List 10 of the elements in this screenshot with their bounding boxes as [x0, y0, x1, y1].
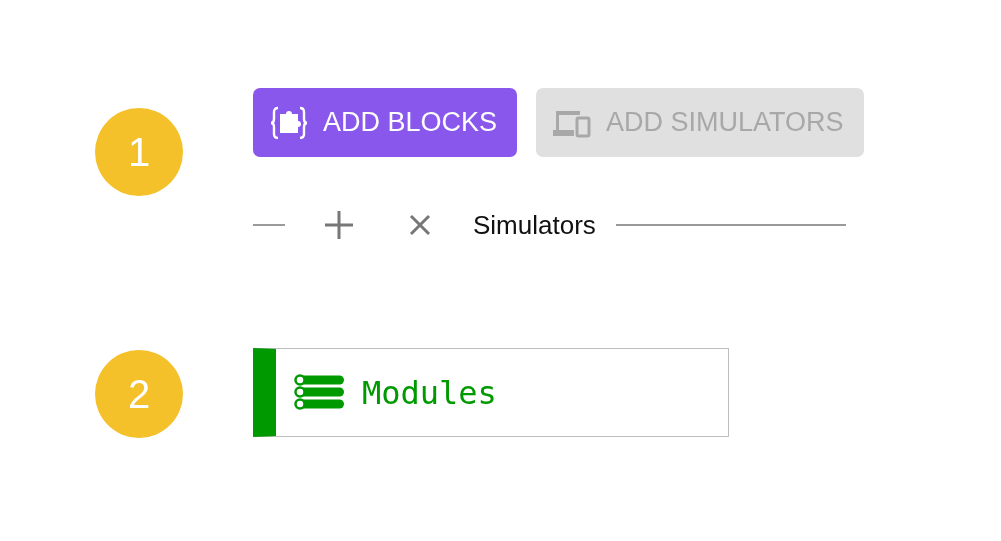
- modules-block[interactable]: Modules: [253, 348, 729, 437]
- puzzle-icon: [269, 104, 309, 141]
- list-icon: [294, 373, 346, 412]
- plus-icon[interactable]: [325, 211, 353, 239]
- step-number-badge: 2: [95, 350, 183, 438]
- minus-icon[interactable]: [253, 223, 285, 227]
- toolbar-label: Simulators: [473, 209, 596, 241]
- close-icon[interactable]: [409, 214, 431, 236]
- step-number-badge: 1: [95, 108, 183, 196]
- add-button[interactable]: ADD BLOCKS: [253, 88, 518, 157]
